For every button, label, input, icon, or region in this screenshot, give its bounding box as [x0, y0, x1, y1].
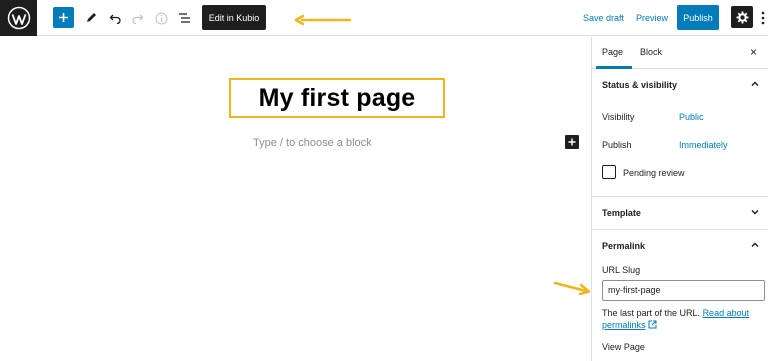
- url-slug-label: URL Slug: [602, 265, 641, 275]
- undo-icon: [109, 14, 121, 24]
- gear-icon: [736, 11, 748, 23]
- wordpress-logo-icon[interactable]: [0, 0, 37, 36]
- editor-toolbar: Edit in Kubio Save draft Preview Publish: [0, 0, 768, 36]
- chevron-up-icon: [751, 242, 759, 247]
- tab-page[interactable]: Page: [602, 47, 623, 57]
- tools-button[interactable]: [84, 7, 98, 29]
- tab-block[interactable]: Block: [640, 47, 662, 57]
- helper-text: The last part of the URL.: [602, 308, 701, 318]
- pencil-icon: [87, 13, 96, 22]
- plus-icon: [568, 138, 576, 146]
- undo-button[interactable]: [108, 7, 122, 29]
- edit-in-kubio-button[interactable]: Edit in Kubio: [202, 5, 266, 30]
- more-vertical-icon: [761, 11, 765, 25]
- save-draft-button[interactable]: Save draft: [583, 13, 624, 23]
- url-slug-input[interactable]: my-first-page: [602, 280, 765, 301]
- chevron-down-icon: [751, 210, 759, 215]
- settings-button[interactable]: [731, 6, 753, 28]
- page-title-block[interactable]: My first page: [229, 78, 445, 118]
- view-page-label: View Page: [602, 342, 645, 352]
- block-placeholder[interactable]: Type / to choose a block: [253, 137, 372, 149]
- preview-button[interactable]: Preview: [636, 13, 668, 23]
- panel-title: Template: [602, 208, 641, 218]
- panel-title: Status & visibility: [602, 80, 678, 90]
- status-visibility-panel-header[interactable]: Status & visibility: [592, 69, 768, 101]
- external-link-icon: [648, 320, 657, 329]
- visibility-value-button[interactable]: Public: [679, 112, 704, 122]
- visibility-label: Visibility: [602, 112, 635, 122]
- chevron-up-icon: [751, 81, 759, 86]
- publish-label: Publish: [602, 140, 632, 150]
- publish-button[interactable]: Publish: [677, 5, 719, 30]
- page-title[interactable]: My first page: [259, 84, 416, 113]
- read-about-link[interactable]: Read about: [703, 308, 750, 318]
- details-button[interactable]: [154, 7, 168, 29]
- list-view-button[interactable]: [177, 7, 191, 29]
- info-icon: [155, 12, 167, 24]
- pending-review-checkbox[interactable]: [602, 165, 616, 179]
- list-view-icon: [178, 13, 190, 23]
- pending-review-label: Pending review: [623, 168, 685, 178]
- close-icon[interactable]: ×: [750, 45, 757, 59]
- permalink-panel-header[interactable]: Permalink: [592, 230, 768, 262]
- permalinks-link[interactable]: permalinks: [602, 320, 646, 330]
- add-block-button[interactable]: [53, 7, 74, 28]
- more-options-button[interactable]: [760, 8, 766, 28]
- redo-button[interactable]: [131, 7, 145, 29]
- publish-date-button[interactable]: Immediately: [679, 140, 728, 150]
- sidebar-tabs: Page Block ×: [592, 37, 768, 69]
- panel-title: Permalink: [602, 241, 646, 251]
- permalink-help-text: The last part of the URL. Read about per…: [602, 307, 762, 331]
- inline-add-block-button[interactable]: [565, 135, 579, 149]
- arrow-annotation-icon: [553, 281, 591, 295]
- arrow-annotation-icon: [294, 15, 352, 25]
- template-panel-header[interactable]: Template: [592, 197, 768, 229]
- settings-sidebar: Page Block × Status & visibility Visibil…: [591, 37, 768, 361]
- plus-icon: [59, 13, 68, 22]
- editor-canvas: My first page Type / to choose a block: [0, 37, 591, 361]
- redo-icon: [132, 14, 144, 24]
